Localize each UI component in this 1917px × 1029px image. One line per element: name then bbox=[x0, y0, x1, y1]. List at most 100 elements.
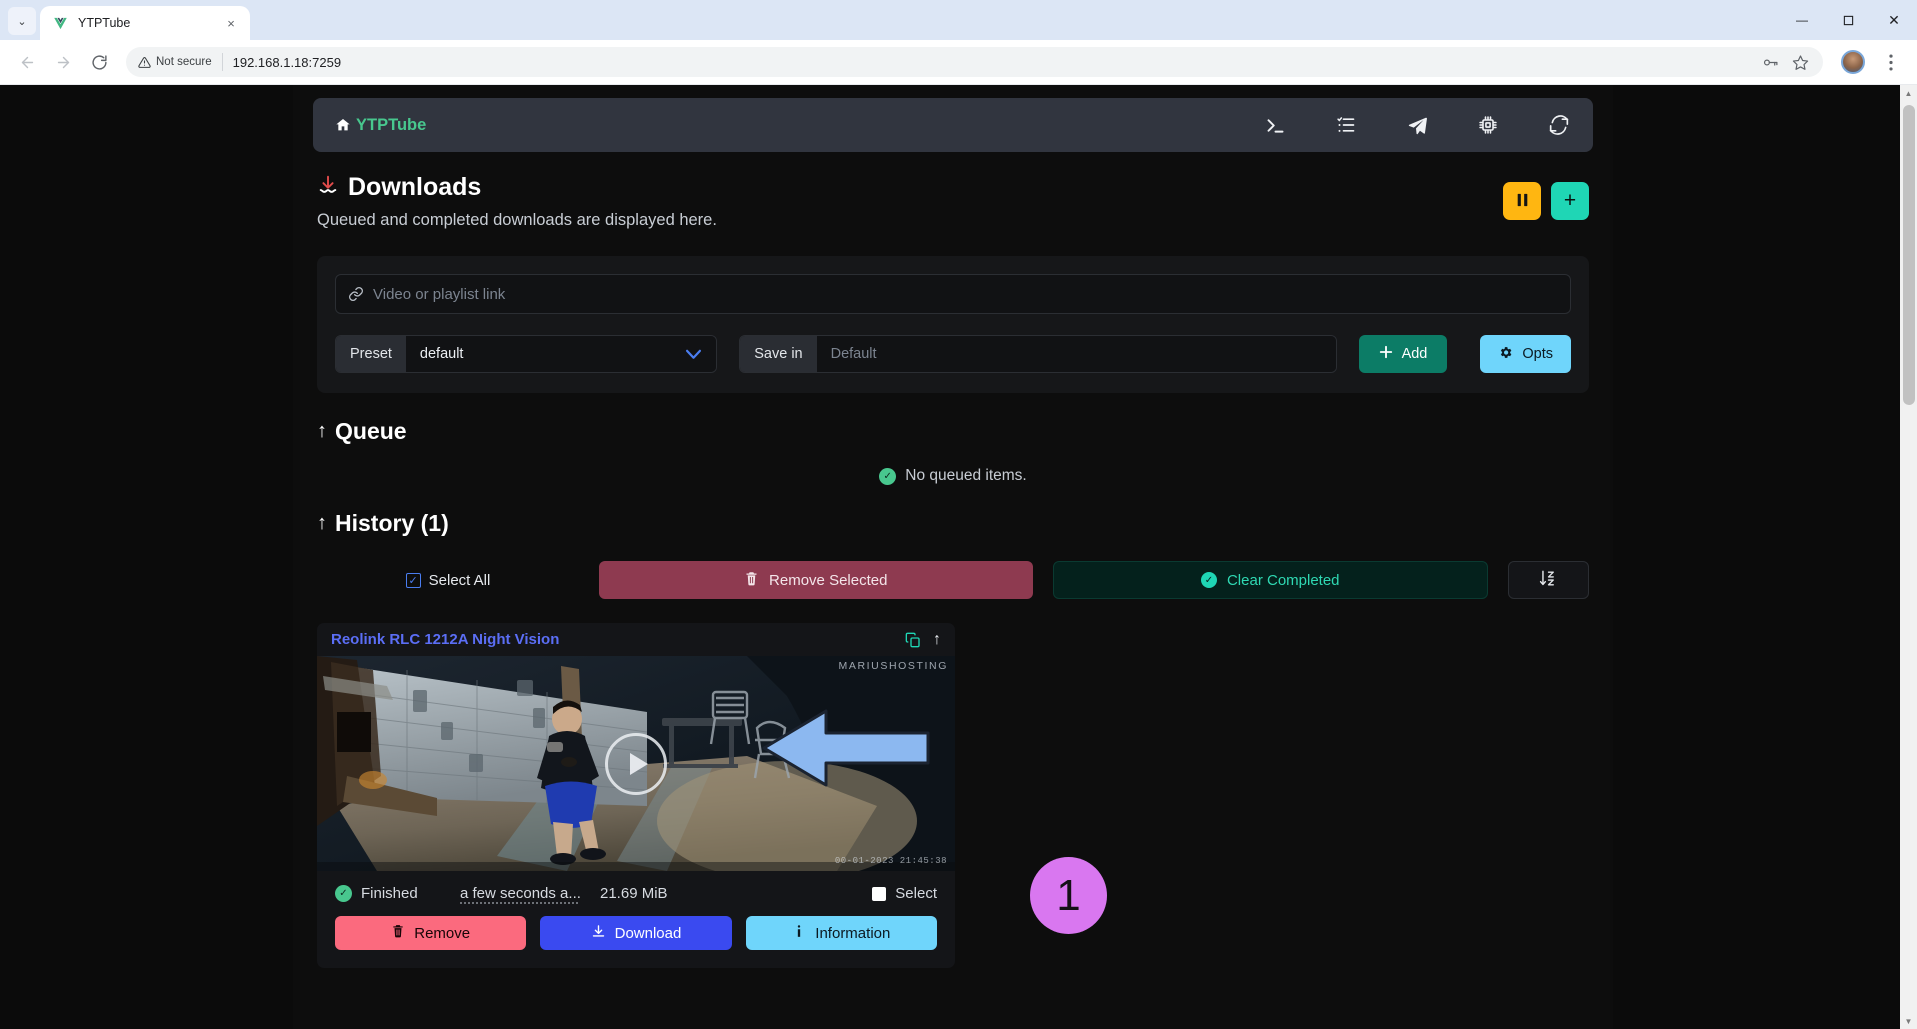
save-in-input[interactable]: Default bbox=[816, 336, 1336, 372]
vue-logo-icon bbox=[52, 15, 68, 31]
card-title-link[interactable]: Reolink RLC 1212A Night Vision bbox=[331, 631, 559, 648]
profile-avatar[interactable] bbox=[1841, 50, 1865, 74]
info-icon bbox=[792, 924, 806, 942]
window-close-button[interactable]: ✕ bbox=[1871, 0, 1917, 40]
add-download-button[interactable]: + bbox=[1551, 182, 1589, 220]
queue-empty-state: ✓ No queued items. bbox=[293, 467, 1613, 485]
pause-downloads-button[interactable] bbox=[1503, 182, 1541, 220]
check-circle-icon: ✓ bbox=[335, 885, 352, 902]
terminal-icon[interactable] bbox=[1263, 113, 1287, 137]
window-maximize-button[interactable] bbox=[1825, 0, 1871, 40]
back-arrow-icon[interactable] bbox=[12, 47, 42, 77]
information-button[interactable]: Information bbox=[745, 916, 937, 950]
check-circle-icon: ✓ bbox=[1200, 572, 1217, 588]
file-size-text: 21.69 MiB bbox=[600, 885, 668, 902]
arrow-up-icon: ↑ bbox=[317, 512, 327, 534]
window-controls: — ✕ bbox=[1779, 0, 1917, 40]
tab-search-chevron-icon[interactable]: ⌄ bbox=[8, 7, 36, 35]
clear-completed-button[interactable]: ✓ Clear Completed bbox=[1052, 561, 1488, 599]
window-minimize-button[interactable]: — bbox=[1779, 0, 1825, 40]
remove-button[interactable]: Remove bbox=[335, 916, 527, 950]
select-all-label: Select All bbox=[428, 571, 491, 589]
status-text: Finished bbox=[361, 885, 418, 902]
brand-logo[interactable]: YTPTube bbox=[335, 116, 426, 135]
thumbnail-timestamp: 00-01-2023 21:45:38 bbox=[834, 856, 947, 866]
preset-selected-value: default bbox=[419, 346, 464, 362]
history-heading-text: History (1) bbox=[335, 510, 449, 536]
check-circle-icon: ✓ bbox=[879, 467, 897, 485]
history-toolbar: ✓ Select All Remove Selected ✓ Clear Com… bbox=[317, 561, 1589, 599]
card-action-buttons: Remove Download Information bbox=[317, 914, 955, 968]
bookmark-star-icon[interactable] bbox=[1787, 49, 1813, 75]
link-input-wrapper[interactable]: Video or playlist link bbox=[335, 274, 1571, 314]
browser-tab[interactable]: YTPTube × bbox=[40, 6, 250, 40]
gear-icon bbox=[1498, 345, 1513, 364]
preset-select[interactable]: default bbox=[405, 336, 717, 372]
card-select-label: Select bbox=[895, 885, 937, 902]
download-button[interactable]: Download bbox=[540, 916, 732, 950]
url-text: 192.168.1.18:7259 bbox=[232, 54, 342, 70]
password-key-icon[interactable] bbox=[1757, 49, 1783, 75]
card-header: Reolink RLC 1212A Night Vision ↑ bbox=[317, 623, 955, 656]
copy-icon[interactable] bbox=[905, 632, 921, 648]
status-badge: ✓ Finished bbox=[335, 885, 460, 902]
downloads-heading-block: Downloads Queued and completed downloads… bbox=[317, 174, 717, 230]
history-section-heading[interactable]: ↑ History (1) bbox=[317, 510, 1589, 537]
scroll-up-arrow-icon[interactable]: ▲ bbox=[1902, 86, 1915, 100]
remove-selected-label: Remove Selected bbox=[769, 571, 888, 589]
page-title-text: Downloads bbox=[348, 173, 482, 201]
download-button-label: Download bbox=[614, 924, 682, 942]
save-in-label: Save in bbox=[740, 336, 817, 372]
remove-selected-button[interactable]: Remove Selected bbox=[599, 561, 1033, 599]
address-bar[interactable]: Not secure 192.168.1.18:7259 bbox=[126, 47, 1823, 77]
download-history-card: Reolink RLC 1212A Night Vision ↑ MARIUSH… bbox=[317, 623, 955, 968]
page-subtitle: Queued and completed downloads are displ… bbox=[317, 211, 717, 229]
card-select-checkbox[interactable]: Select bbox=[872, 885, 937, 902]
tab-close-icon[interactable]: × bbox=[222, 14, 240, 32]
home-icon bbox=[335, 117, 351, 133]
page-scrollbar[interactable]: ▲ ▼ bbox=[1900, 85, 1917, 1029]
scroll-down-arrow-icon[interactable]: ▼ bbox=[1902, 1014, 1915, 1028]
app-content: YTPTube Downloads Queued and completed d… bbox=[293, 85, 1613, 1029]
brand-name: YTPTube bbox=[356, 115, 427, 134]
sort-button[interactable] bbox=[1508, 561, 1589, 599]
chevron-down-icon bbox=[685, 349, 702, 360]
send-paper-plane-icon[interactable] bbox=[1405, 113, 1429, 137]
browser-tab-strip: ⌄ YTPTube × — ✕ bbox=[0, 0, 1917, 40]
scrollbar-thumb[interactable] bbox=[1903, 105, 1915, 405]
remove-button-label: Remove bbox=[414, 924, 471, 942]
add-button[interactable]: Add bbox=[1358, 335, 1448, 373]
video-thumbnail[interactable]: MARIUSHOSTING 00-01-2023 21:45:38 bbox=[317, 656, 955, 871]
task-list-icon[interactable] bbox=[1334, 113, 1358, 137]
chrome-menu-kebab-icon[interactable] bbox=[1877, 48, 1905, 76]
header-action-buttons: + bbox=[1503, 174, 1589, 220]
plus-icon bbox=[1379, 345, 1393, 363]
cpu-chip-icon[interactable] bbox=[1476, 113, 1500, 137]
queue-section-heading[interactable]: ↑ Queue bbox=[317, 418, 1589, 445]
refresh-sync-icon[interactable] bbox=[1547, 113, 1571, 137]
download-icon bbox=[591, 924, 606, 943]
forward-arrow-icon[interactable] bbox=[48, 47, 78, 77]
browser-tab-title: YTPTube bbox=[78, 16, 131, 30]
save-in-field[interactable]: Save in Default bbox=[739, 335, 1337, 373]
add-button-label: Add bbox=[1401, 346, 1428, 362]
security-indicator[interactable]: Not secure bbox=[138, 53, 223, 71]
time-ago-text[interactable]: a few seconds a... bbox=[460, 885, 600, 902]
download-icon bbox=[317, 174, 339, 201]
link-input-placeholder: Video or playlist link bbox=[373, 285, 506, 303]
page-viewport: YTPTube Downloads Queued and completed d… bbox=[0, 85, 1917, 1029]
browser-toolbar: Not secure 192.168.1.18:7259 bbox=[0, 40, 1917, 85]
opts-button[interactable]: Opts bbox=[1480, 335, 1571, 373]
sort-az-icon bbox=[1539, 569, 1558, 591]
trash-icon bbox=[391, 924, 405, 942]
app-navbar: YTPTube bbox=[313, 98, 1593, 152]
reload-icon[interactable] bbox=[84, 47, 114, 77]
select-all-button[interactable]: ✓ Select All bbox=[317, 572, 579, 589]
card-header-icons: ↑ bbox=[905, 631, 941, 649]
play-button-icon[interactable] bbox=[605, 732, 667, 795]
arrow-up-icon[interactable]: ↑ bbox=[933, 631, 941, 649]
arrow-up-icon: ↑ bbox=[317, 420, 327, 442]
preset-field[interactable]: Preset default bbox=[335, 335, 718, 373]
omnibox-right-icons bbox=[1757, 49, 1819, 75]
navbar-icon-group bbox=[1263, 113, 1571, 137]
